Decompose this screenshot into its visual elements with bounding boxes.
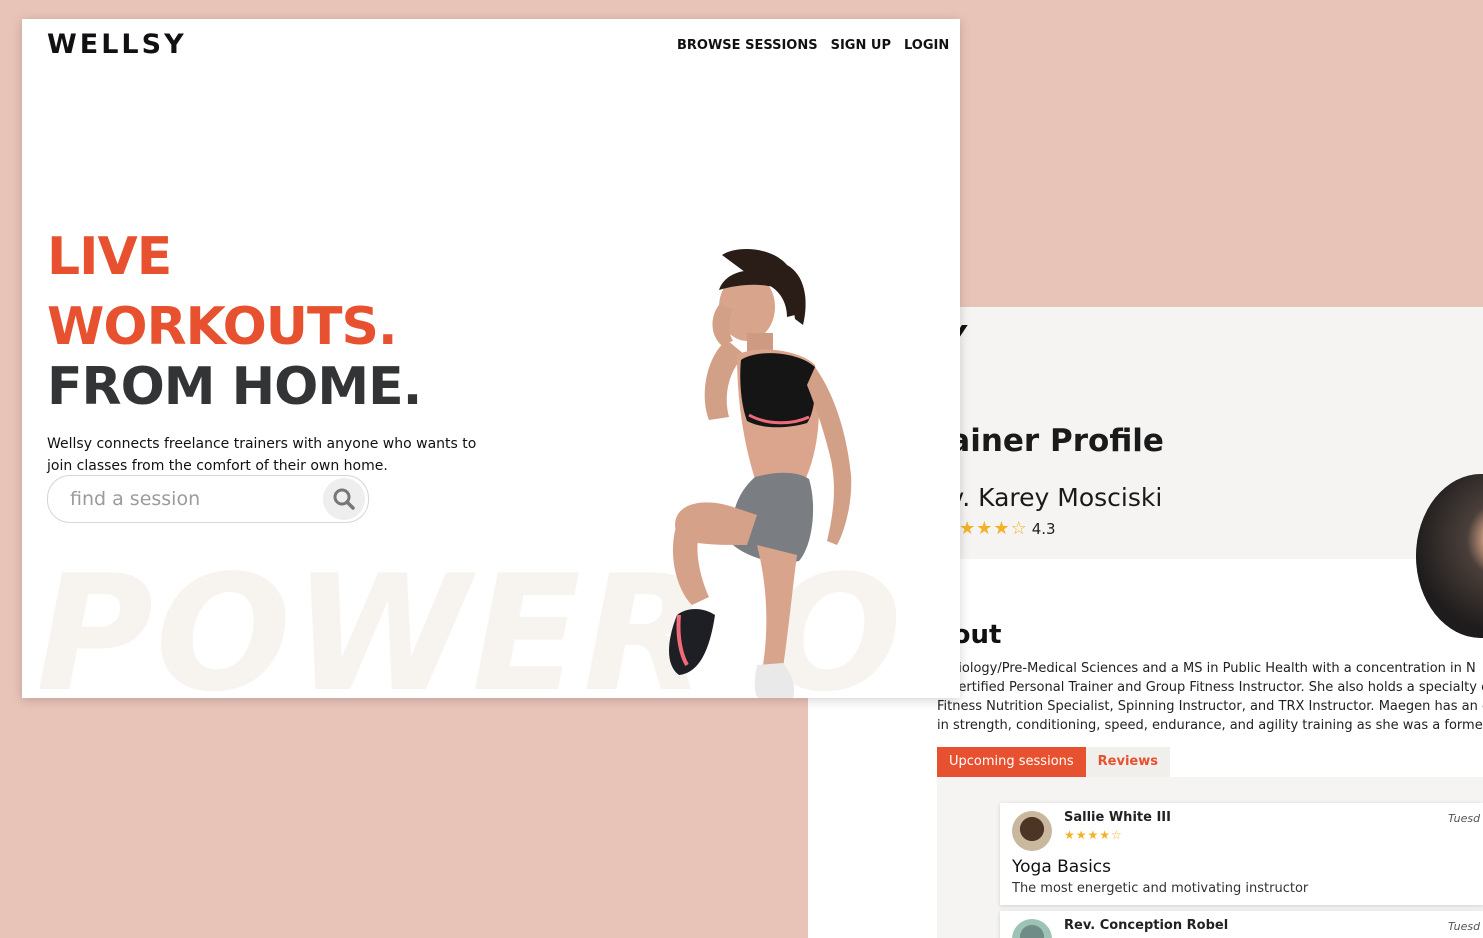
- main-nav: BROWSE SESSIONS SIGN UP LOGIN: [677, 38, 949, 53]
- review-date: Tuesd: [1448, 812, 1481, 825]
- nav-sign-up[interactable]: SIGN UP: [831, 38, 891, 53]
- search-button[interactable]: [323, 478, 365, 520]
- about-line: Fitness Nutrition Specialist, Spinning I…: [937, 699, 1483, 714]
- about-line: E Certified Personal Trainer and Group F…: [937, 680, 1483, 695]
- athlete-image: [669, 249, 852, 698]
- session-search: [47, 475, 369, 523]
- review-date: Tuesd: [1448, 920, 1481, 933]
- reviewer-name: Rev. Conception Robel: [1064, 918, 1229, 933]
- hero-line-from-home: FROM HOME.: [47, 357, 422, 417]
- nav-browse-sessions[interactable]: BROWSE SESSIONS: [677, 38, 818, 53]
- search-input[interactable]: [68, 484, 312, 514]
- review-card[interactable]: Sallie White III ★★★★☆ Tuesd Yoga Basics…: [1000, 803, 1483, 905]
- about-line: in strength, conditioning, speed, endura…: [937, 718, 1483, 733]
- nav-login[interactable]: LOGIN: [904, 38, 949, 53]
- tagline: Wellsy connects freelance trainers with …: [47, 436, 477, 474]
- logo[interactable]: WELLSY: [47, 29, 187, 60]
- landing-window: POWER O WELLSY BROWSE SESSIONS SIGN UP L…: [22, 19, 960, 698]
- review-session-title: Yoga Basics: [1012, 857, 1112, 877]
- page-title: rainer Profile: [934, 423, 1164, 459]
- search-icon: [333, 488, 355, 510]
- reviewer-name: Sallie White III: [1064, 810, 1171, 825]
- reviewer-avatar: [1012, 919, 1052, 938]
- about-line: n Biology/Pre-Medical Sciences and a MS …: [937, 661, 1476, 676]
- half-star-icon: ☆: [1010, 518, 1027, 539]
- tab-upcoming-sessions[interactable]: Upcoming sessions: [937, 747, 1086, 778]
- review-stars: ★★★★☆: [1064, 828, 1123, 842]
- hero-line-live: LIVE: [47, 227, 172, 287]
- star-icon: ★: [976, 518, 993, 539]
- hero-heading: LIVE WORKOUTS. FROM HOME.: [47, 227, 422, 417]
- review-comment: The most energetic and motivating instru…: [1012, 881, 1309, 896]
- reviewer-avatar: [1012, 811, 1052, 851]
- star-icon: ★: [959, 518, 976, 539]
- about-text: n Biology/Pre-Medical Sciences and a MS …: [937, 659, 1483, 735]
- tab-reviews[interactable]: Reviews: [1085, 747, 1170, 778]
- trainer-name: ev. Karey Mosciski: [934, 483, 1163, 512]
- hero-line-workouts: WORKOUTS.: [47, 297, 398, 357]
- star-icon: ★: [993, 518, 1010, 539]
- review-card[interactable]: Rev. Conception Robel Tuesd: [1000, 911, 1483, 938]
- rating-value: 4.3: [1031, 520, 1056, 538]
- profile-tabs: Upcoming sessions Reviews: [937, 747, 1170, 778]
